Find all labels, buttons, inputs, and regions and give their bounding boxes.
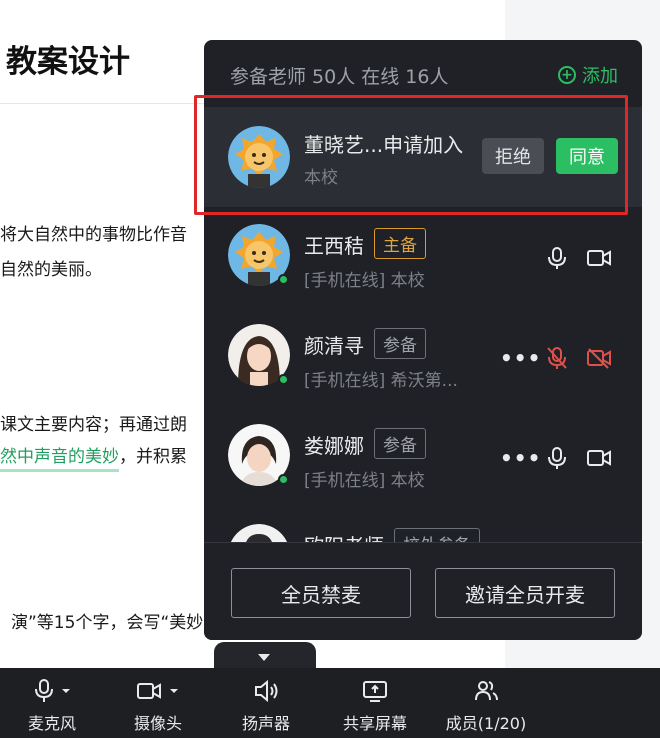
- role-badge: 校外参备: [394, 528, 480, 542]
- more-options-icon[interactable]: •••: [500, 348, 540, 368]
- speaker-label: 扬声器: [241, 714, 290, 733]
- member-avatar: [228, 424, 290, 486]
- online-status-dot: [278, 474, 289, 485]
- add-member-button[interactable]: + 添加: [558, 62, 618, 88]
- camera-dropdown-icon[interactable]: [134, 679, 182, 703]
- document-line-4-rest: ，并积累: [119, 447, 187, 467]
- caret-down-icon: [258, 654, 270, 661]
- member-name: 欧阳老师: [304, 534, 384, 542]
- more-options-icon[interactable]: •••: [500, 448, 540, 468]
- members-icon: [475, 681, 498, 701]
- camera-icon[interactable]: [586, 245, 612, 271]
- member-name: 颜清寻: [304, 334, 364, 358]
- member-row[interactable]: 王西秸 主备 [手机在线] 本校: [204, 208, 642, 308]
- document-title: 教案设计: [6, 44, 130, 80]
- member-name-line: 王西秸 主备: [304, 228, 426, 259]
- speaker-icon: [255, 679, 278, 703]
- role-badge: 参备: [374, 328, 426, 359]
- mute-all-button[interactable]: 全员禁麦: [231, 568, 411, 618]
- member-status: [手机在线] 本校: [304, 271, 425, 291]
- document-line-3: 课文主要内容；再通过朗: [0, 415, 187, 435]
- camera-icon[interactable]: [586, 445, 612, 471]
- panel-footer: 全员禁麦 邀请全员开麦: [204, 542, 642, 640]
- camera-tool[interactable]: 摄像头: [118, 668, 198, 738]
- member-status: [手机在线] 希沃第...: [304, 371, 458, 391]
- members-label: 成员(1/20): [445, 714, 527, 733]
- member-row[interactable]: 颜清寻 参备 [手机在线] 希沃第... •••: [204, 308, 642, 408]
- microphone-label: 麦克风: [27, 714, 76, 733]
- member-name: 王西秸: [304, 234, 364, 258]
- add-label: 添加: [582, 66, 618, 87]
- member-name-line: 颜清寻 参备: [304, 328, 426, 359]
- member-avatar: [228, 224, 290, 286]
- share-screen-icon: [363, 681, 387, 702]
- document-line-4: 然中声音的美妙，并积累: [0, 442, 187, 472]
- camera-label: 摄像头: [133, 714, 182, 733]
- microphone-icon[interactable]: [544, 245, 570, 271]
- share-screen-label: 共享屏幕: [342, 714, 407, 733]
- request-highlight-frame: [194, 95, 628, 215]
- member-row[interactable]: 娄娜娜 参备 [手机在线] 本校 •••: [204, 408, 642, 508]
- participant-summary: 参备老师 50人 在线 16人: [230, 66, 449, 88]
- collapse-panel-tab[interactable]: [214, 642, 316, 670]
- document-line-1: 将大自然中的事物比作音: [0, 225, 187, 245]
- member-name-line: 欧阳老师 校外参备: [304, 528, 480, 542]
- microphone-icon[interactable]: [544, 445, 570, 471]
- microphone-muted-icon[interactable]: [544, 345, 570, 371]
- document-line-2: 自然的美丽。: [0, 260, 102, 280]
- role-badge: 参备: [374, 428, 426, 459]
- microphone-dropdown-icon[interactable]: [30, 679, 74, 703]
- plus-circle-icon: +: [558, 66, 576, 84]
- member-status: [手机在线] 本校: [304, 471, 425, 491]
- camera-off-icon[interactable]: [586, 345, 612, 371]
- online-status-dot: [278, 274, 289, 285]
- highlighted-text: 然中声音的美妙: [0, 447, 119, 472]
- role-badge: 主备: [374, 228, 426, 259]
- member-row[interactable]: 欧阳老师 校外参备: [204, 508, 642, 542]
- member-avatar: [228, 324, 290, 386]
- online-status-dot: [278, 374, 289, 385]
- bottom-toolbar: 麦克风 摄像头 扬声器 共享屏幕 成员(1/20): [0, 668, 660, 738]
- person-photo-avatar: [230, 524, 288, 542]
- member-name: 娄娜娜: [304, 434, 364, 458]
- member-avatar: [228, 524, 290, 542]
- share-screen-tool[interactable]: 共享屏幕: [330, 668, 420, 738]
- speaker-tool[interactable]: 扬声器: [226, 668, 306, 738]
- member-name-line: 娄娜娜 参备: [304, 428, 426, 459]
- invite-all-unmute-button[interactable]: 邀请全员开麦: [435, 568, 615, 618]
- members-tool[interactable]: 成员(1/20): [436, 668, 536, 738]
- microphone-tool[interactable]: 麦克风: [12, 668, 92, 738]
